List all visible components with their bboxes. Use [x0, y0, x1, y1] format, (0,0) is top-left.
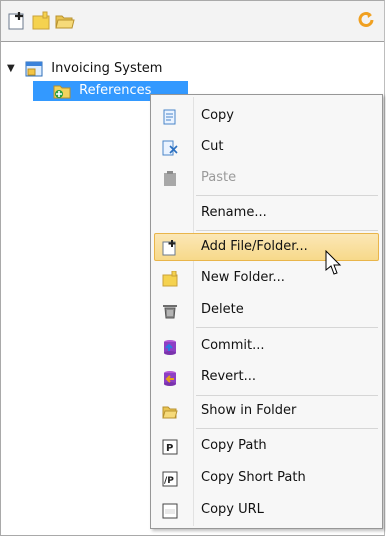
toolbar: [1, 1, 384, 42]
folder-open-icon: [55, 15, 75, 29]
menu-item-rename[interactable]: Rename...: [154, 199, 379, 227]
menu-item-copy[interactable]: Copy: [154, 102, 379, 130]
add-file-icon: [8, 12, 24, 30]
menu-item-label: Copy: [201, 108, 234, 123]
paste-icon: [162, 170, 178, 186]
menu-item-label: Revert...: [201, 369, 256, 384]
folder-open-icon: [162, 403, 178, 419]
refresh-icon: [358, 12, 374, 27]
menu-item-label: Commit...: [201, 338, 265, 353]
new-folder-icon: [162, 270, 178, 287]
menu-item-copy-path[interactable]: P Copy Path: [154, 432, 379, 460]
refresh-button[interactable]: [356, 11, 376, 31]
menu-item-cut[interactable]: Cut: [154, 133, 379, 161]
new-folder-button[interactable]: [31, 11, 51, 31]
menu-item-copy-url[interactable]: Copy URL: [154, 496, 379, 524]
cut-icon: [162, 139, 178, 156]
menu-item-commit[interactable]: Commit...: [154, 332, 379, 360]
open-folder-button[interactable]: [55, 11, 75, 31]
menu-item-delete[interactable]: Delete: [154, 296, 379, 324]
menu-item-show-in-folder[interactable]: Show in Folder: [154, 397, 379, 425]
menu-separator: [196, 195, 378, 196]
menu-item-label: Copy URL: [201, 502, 264, 517]
menu-separator: [196, 327, 378, 328]
tree-item-label: References: [79, 83, 152, 98]
menu-item-label: Rename...: [201, 205, 267, 220]
menu-item-label: New Folder...: [201, 270, 285, 285]
new-folder-icon: [32, 11, 50, 30]
menu-item-revert[interactable]: Revert...: [154, 363, 379, 391]
menu-item-paste[interactable]: Paste: [154, 164, 379, 192]
menu-item-label: Delete: [201, 302, 244, 317]
revert-icon: [162, 369, 178, 386]
copy-url-icon: [162, 502, 178, 519]
trash-icon: [162, 302, 178, 319]
svg-text:/P: /P: [164, 476, 174, 486]
menu-separator: [196, 428, 378, 429]
tree-item-project[interactable]: ▼ Invoicing System: [7, 59, 162, 79]
svg-text:P: P: [166, 443, 173, 454]
copy-path-icon: P: [162, 438, 178, 455]
mouse-cursor-icon: [325, 250, 342, 275]
add-file-icon: [162, 239, 178, 256]
menu-item-new-folder[interactable]: New Folder...: [154, 264, 379, 292]
tree-item-label: Invoicing System: [51, 61, 163, 76]
commit-icon: [162, 338, 178, 355]
menu-separator: [196, 395, 378, 396]
menu-item-label: Paste: [201, 170, 237, 185]
expand-arrow-icon[interactable]: ▼: [7, 59, 21, 79]
copy-icon: [162, 108, 178, 125]
add-file-button[interactable]: [7, 11, 27, 31]
menu-item-label: Show in Folder: [201, 403, 297, 418]
menu-item-add-file-folder[interactable]: Add File/Folder...: [154, 233, 379, 261]
menu-item-label: Add File/Folder...: [201, 239, 308, 254]
menu-item-label: Copy Short Path: [201, 470, 306, 485]
copy-short-path-icon: /P: [162, 470, 178, 487]
menu-item-label: Cut: [201, 139, 224, 154]
context-menu: Copy Cut Paste Rename... Add File/Folder…: [150, 94, 383, 529]
menu-item-copy-short-path[interactable]: /P Copy Short Path: [154, 464, 379, 492]
menu-separator: [196, 230, 378, 231]
project-icon: [25, 61, 43, 77]
menu-item-label: Copy Path: [201, 438, 267, 453]
references-folder-icon: [53, 83, 71, 99]
